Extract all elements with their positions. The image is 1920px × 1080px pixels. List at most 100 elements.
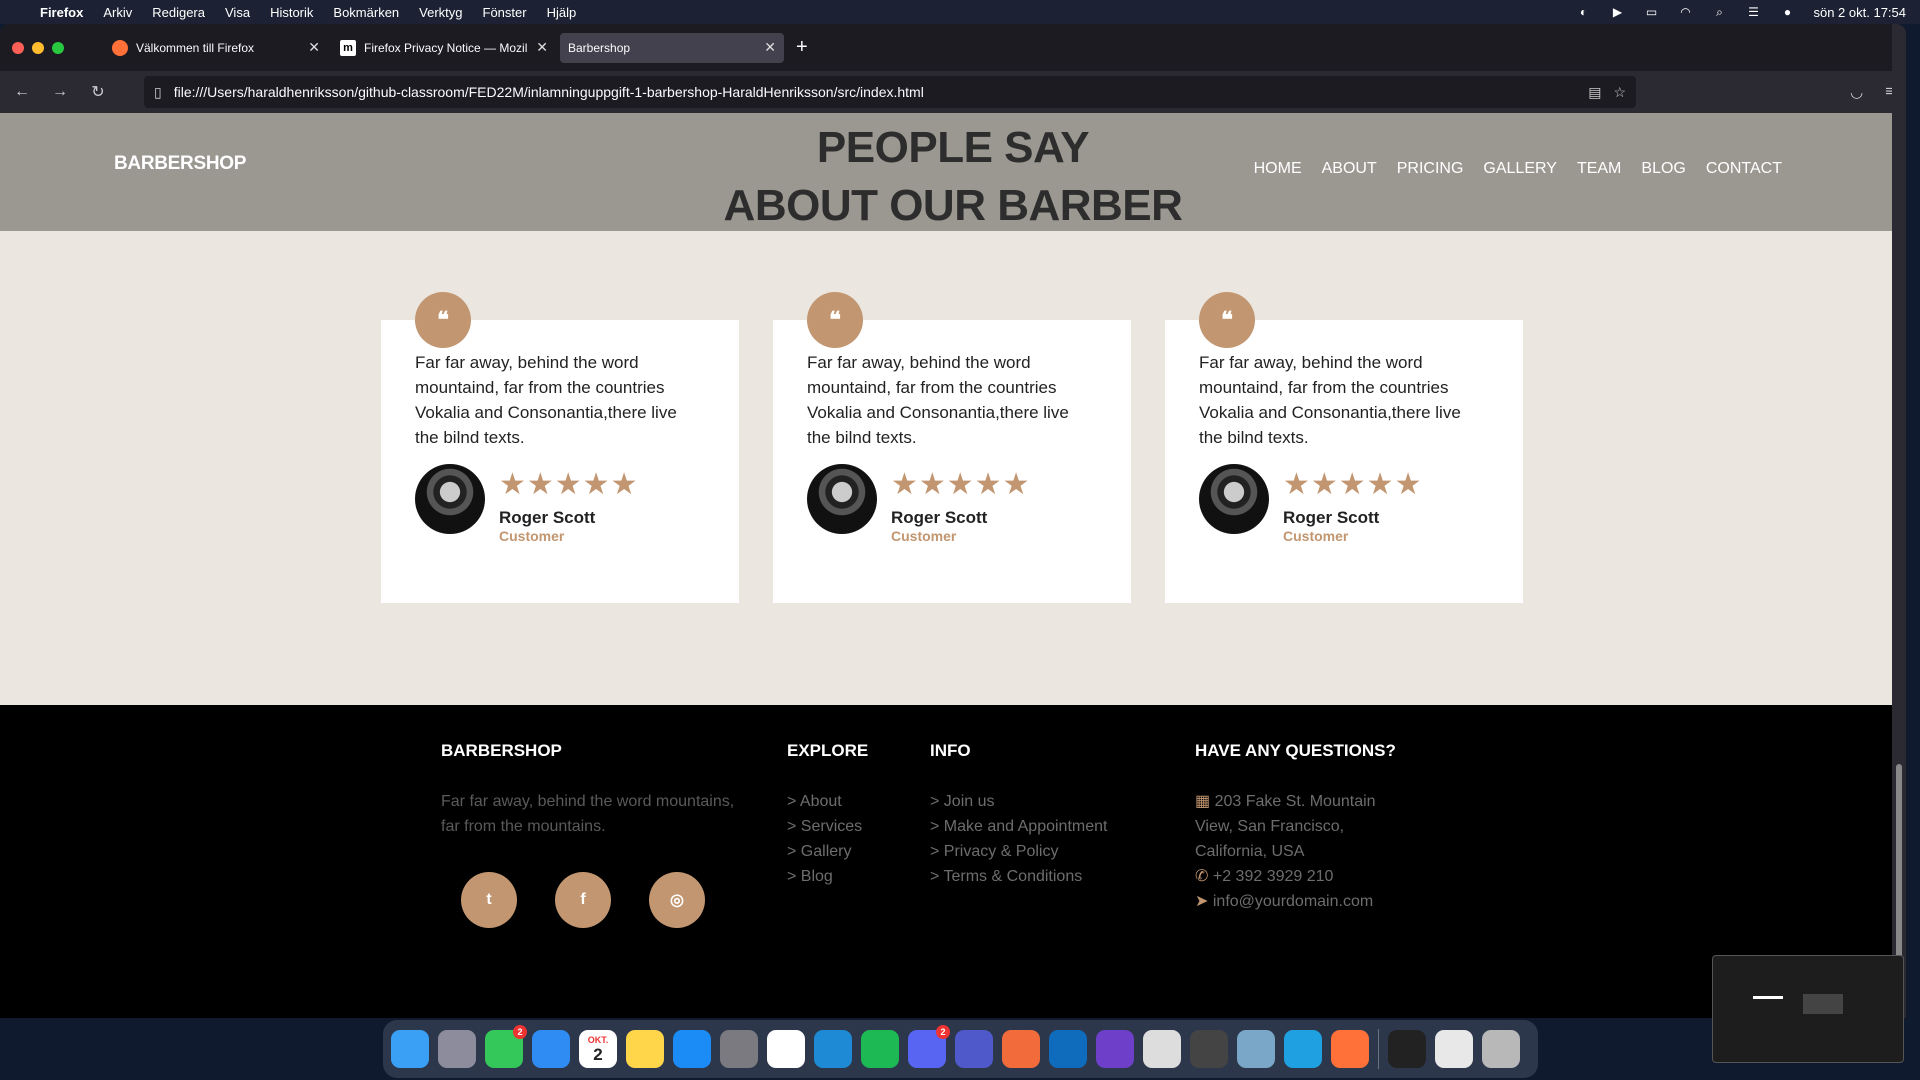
file-icon: ▯: [154, 83, 162, 100]
testimonial-author: ★★★★★ Roger Scott Customer: [807, 464, 1097, 544]
instagram-icon[interactable]: ◎: [649, 872, 705, 928]
twitter-icon[interactable]: t: [461, 872, 517, 928]
menubar-clock[interactable]: sön 2 okt. 17:54: [1813, 5, 1906, 20]
close-tab-icon[interactable]: ✕: [536, 39, 548, 56]
play-icon[interactable]: ▶: [1609, 5, 1625, 19]
footer-email[interactable]: ➤ info@yourdomain.com: [1195, 889, 1415, 914]
document-icon[interactable]: [1435, 1030, 1473, 1068]
facebook-icon[interactable]: f: [555, 872, 611, 928]
tab-barbershop[interactable]: Barbershop ✕: [560, 32, 784, 63]
calendar-icon[interactable]: OKT. 2: [579, 1030, 617, 1068]
minimize-window-button[interactable]: [32, 41, 44, 54]
mail-icon[interactable]: [532, 1030, 570, 1068]
sync-icon[interactable]: ◐: [1575, 5, 1591, 19]
reader-view-icon[interactable]: ▤: [1588, 84, 1601, 101]
url-text[interactable]: file:///Users/haraldhenriksson/github-cl…: [174, 84, 1576, 100]
nav-contact[interactable]: CONTACT: [1706, 160, 1782, 178]
back-icon[interactable]: ←: [12, 83, 32, 101]
footer-link-about[interactable]: > About: [787, 789, 868, 814]
nav-gallery[interactable]: GALLERY: [1483, 160, 1557, 178]
gimp-icon[interactable]: [1190, 1030, 1228, 1068]
email-text[interactable]: info@yourdomain.com: [1213, 893, 1373, 910]
spotlight-search-icon[interactable]: ⌕: [1711, 5, 1727, 19]
footer-contact: ▦ 203 Fake St. Mountain View, San Franci…: [1195, 789, 1415, 914]
menu-arkiv[interactable]: Arkiv: [103, 5, 132, 20]
wifi-icon[interactable]: ◠: [1677, 5, 1693, 19]
nav-home[interactable]: HOME: [1254, 160, 1302, 178]
activity-monitor-icon[interactable]: [1388, 1030, 1426, 1068]
footer-link-services[interactable]: > Services: [787, 814, 868, 839]
bookmark-star-icon[interactable]: ☆: [1613, 84, 1626, 101]
reload-icon[interactable]: ↻: [88, 82, 108, 102]
its-learning-icon[interactable]: [1002, 1030, 1040, 1068]
tableplus-icon[interactable]: [1143, 1030, 1181, 1068]
author-role: Customer: [1283, 528, 1349, 544]
testimonial-author: ★★★★★ Roger Scott Customer: [415, 464, 705, 544]
discord-icon[interactable]: 2: [908, 1025, 950, 1068]
site-footer: BARBERSHOP Far far away, behind the word…: [0, 705, 1906, 1018]
zoom-window-button[interactable]: [52, 41, 64, 54]
tab-welcome[interactable]: Välkommen till Firefox ✕: [104, 33, 328, 63]
menu-app[interactable]: Firefox: [40, 5, 83, 20]
control-center-icon[interactable]: ☰: [1745, 5, 1761, 19]
firefox-dock-icon[interactable]: [1331, 1030, 1369, 1068]
outlook-icon[interactable]: [1049, 1030, 1087, 1068]
footer-link-gallery[interactable]: > Gallery: [787, 839, 868, 864]
nav-pricing[interactable]: PRICING: [1397, 160, 1464, 178]
thumbnail-detail: [1753, 996, 1783, 999]
footer-info-title: INFO: [930, 741, 971, 760]
nav-team[interactable]: TEAM: [1577, 160, 1621, 178]
app-store-icon[interactable]: [673, 1030, 711, 1068]
menu-hjalp[interactable]: Hjälp: [547, 5, 577, 20]
new-tab-icon[interactable]: +: [796, 36, 808, 59]
siri-icon[interactable]: ●: [1779, 5, 1795, 19]
finder-icon[interactable]: [391, 1030, 429, 1068]
launchpad-icon[interactable]: [438, 1030, 476, 1068]
menu-bokmarken[interactable]: Bokmärken: [333, 5, 399, 20]
preview-icon[interactable]: [1237, 1030, 1275, 1068]
author-name: Roger Scott: [499, 508, 596, 527]
close-window-button[interactable]: [12, 41, 24, 54]
navigation-toolbar: ← → ↻ ▯ file:///Users/haraldhenriksson/g…: [0, 71, 1906, 113]
calendar-day: 2: [593, 1044, 603, 1064]
menu-verktyg[interactable]: Verktyg: [419, 5, 462, 20]
app-menu: Firefox Arkiv Redigera Visa Historik Bok…: [40, 5, 576, 20]
chrome-icon[interactable]: [767, 1030, 805, 1068]
close-tab-icon[interactable]: ✕: [308, 39, 320, 56]
screenshot-thumbnail[interactable]: [1712, 955, 1904, 1063]
close-tab-icon[interactable]: ✕: [764, 39, 776, 56]
vscode-icon[interactable]: [814, 1030, 852, 1068]
tab-label: Barbershop: [568, 40, 631, 55]
pocket-icon[interactable]: ◡: [1850, 83, 1863, 101]
url-bar[interactable]: ▯ file:///Users/haraldhenriksson/github-…: [144, 76, 1636, 108]
menu-redigera[interactable]: Redigera: [152, 5, 205, 20]
teams-icon[interactable]: [955, 1030, 993, 1068]
footer-phone[interactable]: ✆ +2 392 3929 210: [1195, 864, 1415, 889]
footer-link-privacy[interactable]: > Privacy & Policy: [930, 839, 1107, 864]
site-nav: HOME ABOUT PRICING GALLERY TEAM BLOG CON…: [1254, 160, 1782, 178]
forward-icon[interactable]: →: [50, 83, 70, 101]
system-preferences-icon[interactable]: [720, 1030, 758, 1068]
tab-privacy-notice[interactable]: m Firefox Privacy Notice — Mozilla ✕: [332, 33, 556, 63]
footer-link-terms[interactable]: > Terms & Conditions: [930, 864, 1107, 889]
firefox-icon: [112, 39, 128, 56]
battery-icon[interactable]: ▭: [1643, 5, 1659, 19]
footer-link-blog[interactable]: > Blog: [787, 864, 868, 889]
messages-icon[interactable]: 2: [485, 1025, 527, 1068]
footer-link-join-us[interactable]: > Join us: [930, 789, 1107, 814]
phone-text[interactable]: +2 392 3929 210: [1213, 868, 1334, 885]
notes-icon[interactable]: [626, 1030, 664, 1068]
spotify-icon[interactable]: [861, 1030, 899, 1068]
nav-blog[interactable]: BLOG: [1641, 160, 1685, 178]
menu-historik[interactable]: Historik: [270, 5, 313, 20]
menu-visa[interactable]: Visa: [225, 5, 250, 20]
trash-icon[interactable]: [1482, 1030, 1520, 1068]
footer-link-appointment[interactable]: > Make and Appointment: [930, 814, 1107, 839]
heading-line-2: ABOUT OUR BARBER: [723, 181, 1183, 230]
avatar: [807, 464, 877, 534]
nav-about[interactable]: ABOUT: [1322, 160, 1377, 178]
page-scrollbar[interactable]: [1892, 24, 1906, 1018]
github-desktop-icon[interactable]: [1096, 1030, 1134, 1068]
edge-icon[interactable]: [1284, 1030, 1322, 1068]
menu-fonster[interactable]: Fönster: [483, 5, 527, 20]
